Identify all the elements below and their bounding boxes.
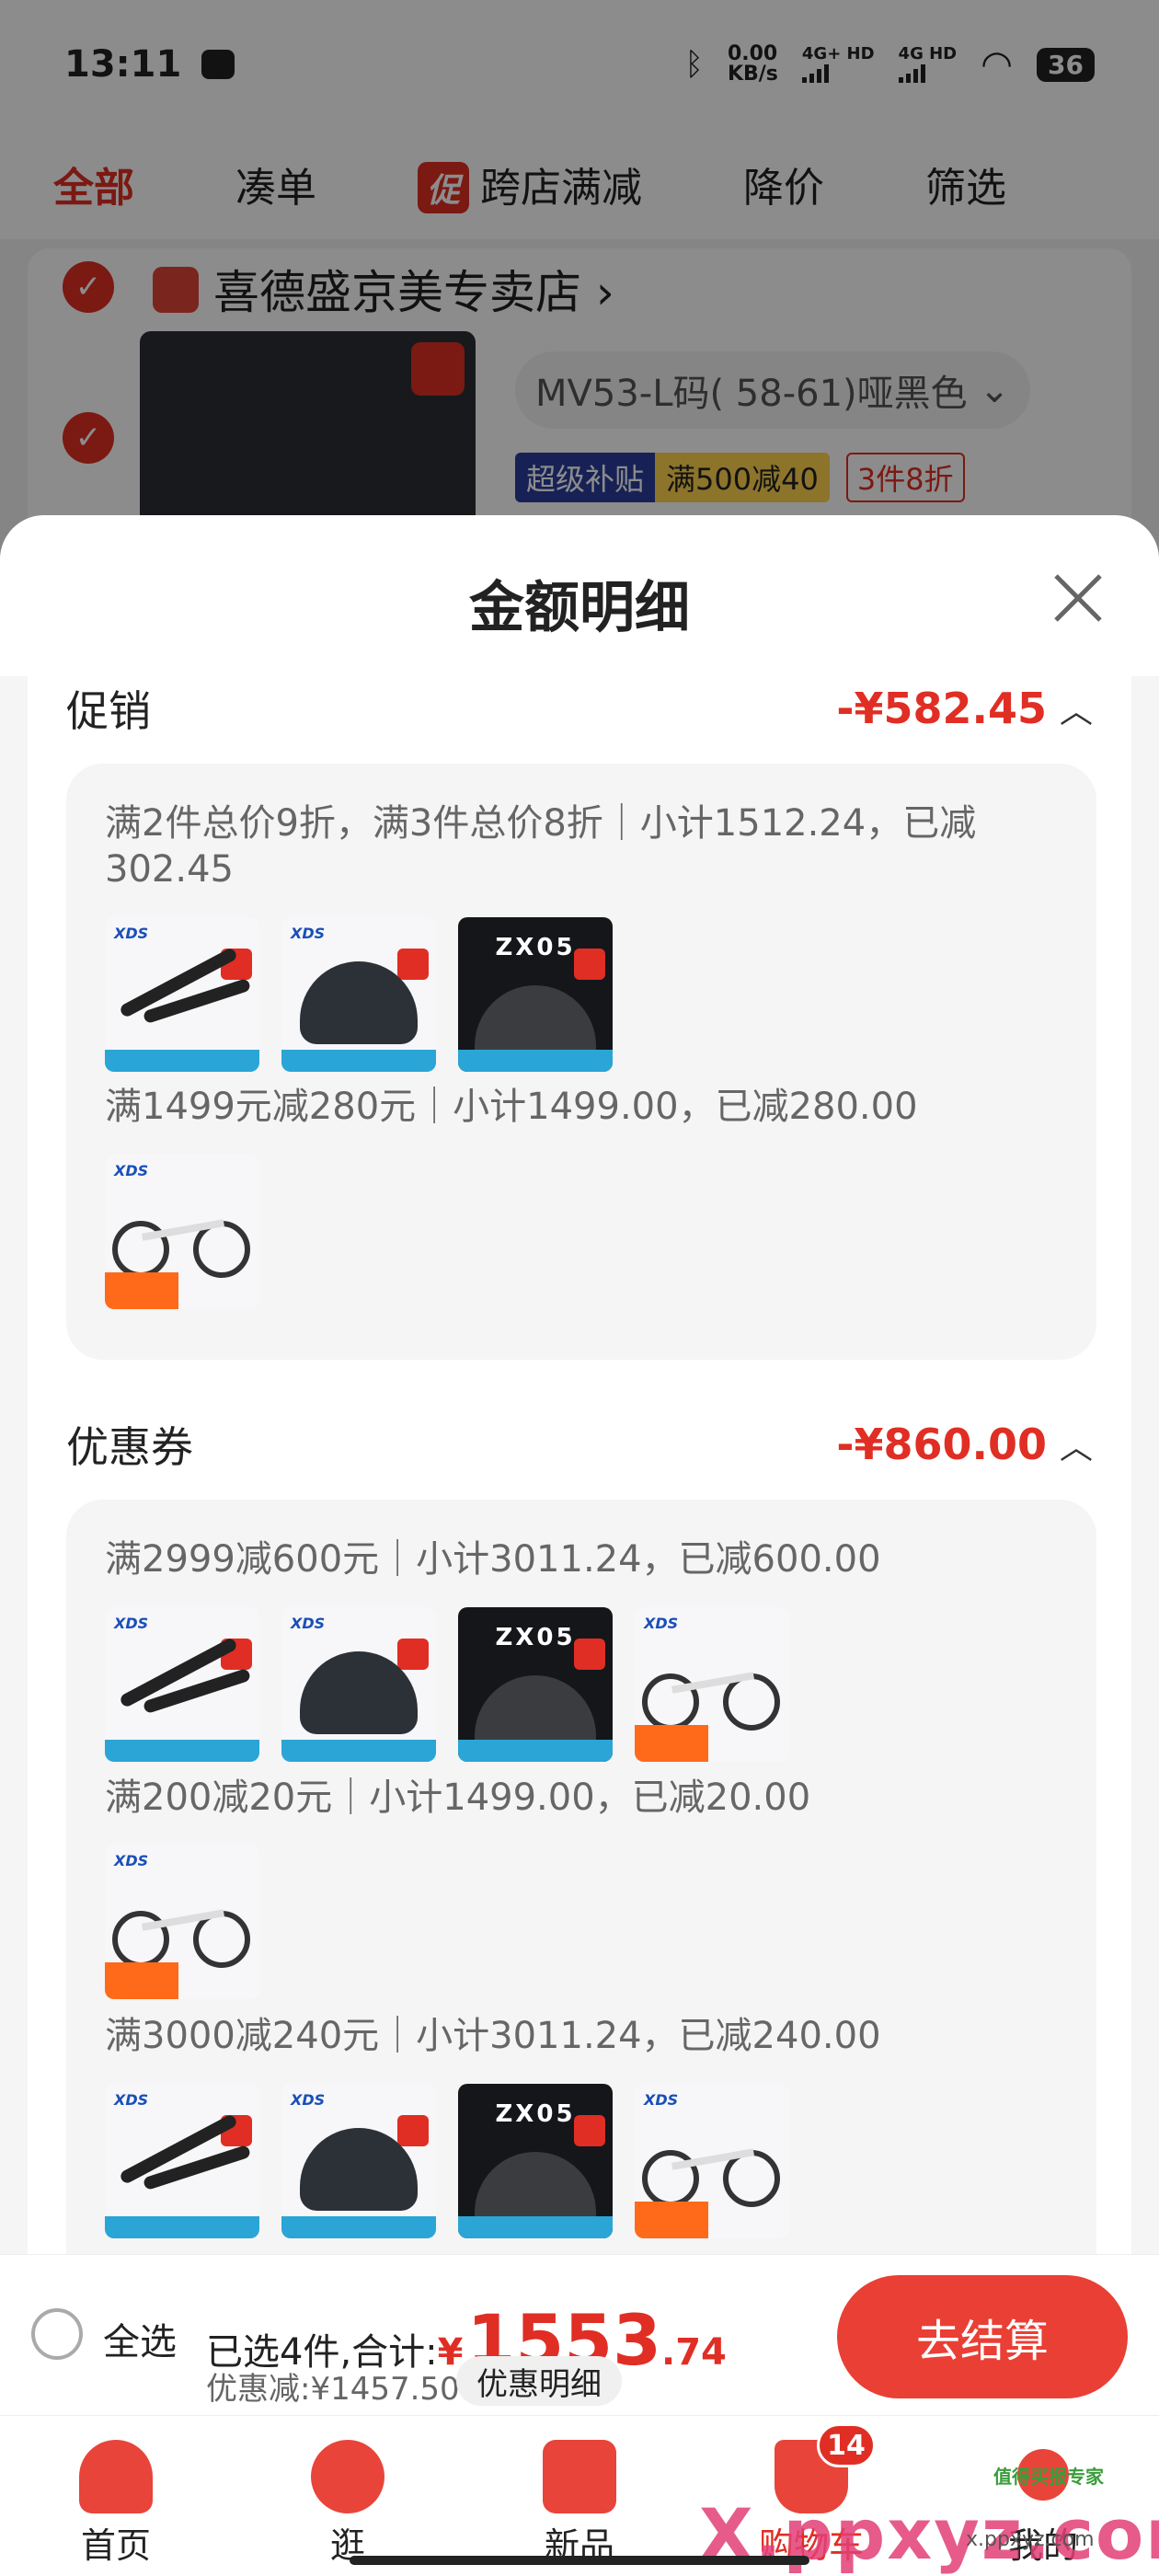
product-thumb-mudguard[interactable]: XDS	[105, 1607, 259, 1762]
sheet-title: 金额明细	[469, 576, 690, 640]
promo-section-header[interactable]: 促销 -¥582.45 ︿	[28, 676, 1131, 741]
promo-rule-1-line-1: 满2件总价9折，满3件总价8折｜小计1512.24，已减	[105, 802, 977, 845]
promo-amount: -¥582.45	[836, 684, 1047, 733]
home-icon	[79, 2440, 153, 2513]
product-thumb-bike[interactable]: XDS	[635, 1607, 789, 1762]
coupon-amount: -¥860.00	[836, 1420, 1047, 1469]
product-thumb-mudguard[interactable]: XDS	[105, 2084, 259, 2238]
product-thumb-helmet[interactable]: XDS	[281, 917, 436, 1072]
watermark-logo: 值得买报专家	[993, 2466, 1104, 2488]
browse-icon	[311, 2440, 384, 2513]
coupon-rule-2: 满200减20元｜小计1499.00，已减20.00	[105, 1777, 811, 1819]
nav-browse[interactable]: 逛	[256, 2416, 440, 2576]
nav-home[interactable]: 首页	[24, 2416, 208, 2576]
product-thumb-mudguard[interactable]: XDS	[105, 917, 259, 1072]
checkout-bar: 全选 已选4件,合计: ¥1553.74 优惠减:¥1457.50 优惠明细 去结…	[0, 2254, 1159, 2415]
product-thumb-zx05[interactable]: ZX05	[458, 2084, 613, 2238]
discount-detail-button[interactable]: 优惠明细	[456, 2356, 622, 2406]
home-indicator[interactable]	[350, 2556, 809, 2565]
nav-new[interactable]: 新品	[488, 2416, 671, 2576]
promo-title: 促销	[66, 686, 151, 736]
close-icon[interactable]	[1049, 569, 1107, 627]
sheet-header: 金额明细	[0, 515, 1159, 676]
coupon-rule-3: 满3000减240元｜小计3011.24，已减240.00	[105, 2015, 881, 2057]
product-thumb-helmet[interactable]: XDS	[281, 1607, 436, 1762]
product-thumb-bike[interactable]: XDS	[635, 2084, 789, 2238]
new-products-icon	[543, 2440, 616, 2513]
amount-detail-sheet: 金额明细 促销 -¥582.45 ︿ 满2件总价9折，满3件总价8折｜小计1512…	[0, 515, 1159, 2254]
product-thumb-helmet[interactable]: XDS	[281, 2084, 436, 2238]
select-all-label[interactable]: 全选	[103, 2312, 177, 2365]
coupon-section-header[interactable]: 优惠券 -¥860.00 ︿	[28, 1412, 1131, 1477]
promo-rule-1-line-2: 302.45	[105, 848, 234, 891]
promo-rule-2: 满1499元减280元｜小计1499.00，已减280.00	[105, 1086, 918, 1128]
cart-page: 13:11 ᛒ 0.00 KB/s 4G+ HD 4G HD ◠ 36 全部 凑…	[0, 0, 1159, 2576]
coupon-rule-1: 满2999减600元｜小计3011.24，已减600.00	[105, 1538, 881, 1581]
cart-count-badge: 14	[817, 2423, 876, 2467]
discount-text: 优惠减:¥1457.50	[206, 2371, 460, 2408]
watermark-small: x.ppxyz.com	[966, 2528, 1095, 2551]
product-thumb-zx05[interactable]: ZX05	[458, 917, 613, 1072]
select-all-radio[interactable]	[31, 2308, 83, 2360]
product-thumb-bike[interactable]: XDS	[105, 1845, 259, 1999]
coupon-title: 优惠券	[66, 1422, 193, 1472]
product-thumb-zx05[interactable]: ZX05	[458, 1607, 613, 1762]
checkout-button[interactable]: 去结算	[837, 2275, 1128, 2398]
chevron-up-icon: ︿	[1059, 1429, 1093, 1466]
product-thumb-bike[interactable]: XDS	[105, 1155, 259, 1309]
chevron-up-icon: ︿	[1059, 693, 1093, 730]
sheet-content[interactable]: 促销 -¥582.45 ︿ 满2件总价9折，满3件总价8折｜小计1512.24，已…	[28, 676, 1131, 2254]
